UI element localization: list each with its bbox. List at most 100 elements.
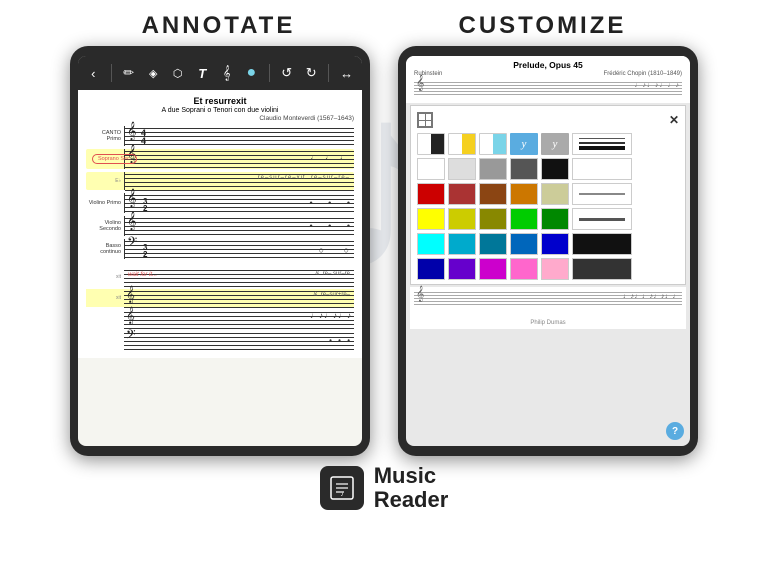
customize-score-title: Prelude, Opus 45 [414, 60, 682, 70]
swatch-line5[interactable] [572, 233, 632, 255]
staff-label-bot2: xit [86, 295, 124, 301]
svg-text:♪: ♪ [340, 492, 343, 498]
color-row-purples [417, 258, 679, 280]
swatch-tan[interactable] [541, 183, 569, 205]
swatch-white[interactable] [417, 158, 445, 180]
left-tablet: ‹ ✏ ◈ ⬡ T 𝄞 ● ↺ ↻ ↔ Et resurrexit [70, 46, 370, 456]
staff-row-1: CANTO Primo 𝄞 4 4 [86, 126, 354, 146]
help-button[interactable]: ? [666, 422, 684, 440]
staff-row-vs: Violino Secondo 𝄞 • • • [86, 216, 354, 236]
pencil-icon[interactable]: ✏ [119, 65, 138, 81]
swatch-navy[interactable] [417, 258, 445, 280]
swatch-line6[interactable] [572, 258, 632, 280]
swatch-y-gray[interactable]: y [541, 133, 569, 155]
swatch-line3[interactable] [572, 183, 632, 205]
circle-tool-icon[interactable]: ● [242, 64, 261, 82]
staff-label-vs: Violino Secondo [86, 220, 124, 232]
staff-row-bc: Basso continuo 𝄢 3 2 ○ ○ [86, 239, 354, 259]
undo-icon[interactable]: ↺ [277, 65, 296, 81]
back-button[interactable]: ‹ [84, 66, 103, 81]
color-row-special: y y [417, 133, 679, 155]
toolbar: ‹ ✏ ◈ ⬡ T 𝄞 ● ↺ ↻ ↔ [78, 56, 362, 90]
swatch-blue[interactable] [510, 233, 538, 255]
staff-row-bot4: 𝄢 • • • [86, 331, 354, 349]
staff-row-bot2: xit 𝄞 & re–sur+re– [86, 289, 354, 307]
customize-title: CUSTOMIZE [459, 12, 627, 40]
staff-row-bot3: 𝄞 ♩♪♩♪♩♪ [86, 310, 354, 328]
swatch-pink[interactable] [510, 258, 538, 280]
toolbar-sep-3 [328, 64, 329, 82]
swatch-brown[interactable] [479, 183, 507, 205]
staff-label-vp: Violino Primo [86, 200, 124, 206]
header-row: ANNOTATE CUSTOMIZE [0, 0, 768, 46]
toolbar-sep-2 [269, 64, 270, 82]
swatch-midgray[interactable] [479, 158, 507, 180]
right-screen: Prelude, Opus 45 Rubinstein Frédéric Cho… [406, 56, 690, 446]
swatch-orange[interactable] [510, 183, 538, 205]
app-logo-icon: ♪ [320, 466, 364, 510]
staff-label-1: CANTO Primo [86, 130, 124, 142]
performer-label: Philip Dumas [414, 320, 682, 326]
swatch-darkgray[interactable] [510, 158, 538, 180]
swatch-yellow-white[interactable] [448, 133, 476, 155]
color-row-yellows [417, 208, 679, 230]
annotate-title: ANNOTATE [142, 12, 296, 40]
swatch-cyan[interactable] [417, 233, 445, 255]
swatch-darkred[interactable] [448, 183, 476, 205]
swatch-line4[interactable] [572, 208, 632, 230]
annotation-bubble: Soprano Sec. [92, 154, 137, 164]
swatch-black-white[interactable] [417, 133, 445, 155]
left-screen: ‹ ✏ ◈ ⬡ T 𝄞 ● ↺ ↻ ↔ Et resurrexit [78, 56, 362, 446]
color-row-reds [417, 183, 679, 205]
swatch-magenta[interactable] [479, 258, 507, 280]
staff-label-2h: E♭ [86, 178, 124, 184]
swatch-darkyellow[interactable] [448, 208, 476, 230]
staff-row-bot1: xit wait for it... & re– sur–re [86, 268, 354, 286]
score-area: Et resurrexit A due Soprani o Tenori con… [78, 90, 362, 358]
swatch-darkcyan[interactable] [448, 233, 476, 255]
panel-header: ✕ [417, 112, 679, 128]
staff-row-2h: E♭ re–sur–re–xit re–sur–re– [86, 172, 354, 190]
score-composer: Claudio Monteverdi (1567–1643) [86, 115, 354, 122]
text-icon[interactable]: T [193, 66, 212, 81]
line-styles[interactable] [572, 133, 632, 155]
staff-label-bc: Basso continuo [86, 243, 124, 255]
tablets-row: ‹ ✏ ◈ ⬡ T 𝄞 ● ↺ ↻ ↔ Et resurrexit [50, 46, 718, 456]
app-name-line2: Reader [374, 488, 449, 512]
swatch-black[interactable] [541, 158, 569, 180]
redo-icon[interactable]: ↻ [302, 65, 321, 81]
app-name-line1: Music [374, 464, 449, 488]
customize-score-meta: Rubinstein Frédéric Chopin (1810–1849) [414, 71, 682, 77]
grid-icon[interactable] [417, 112, 433, 128]
swatch-line2[interactable] [572, 158, 632, 180]
score-title: Et resurrexit [86, 96, 354, 106]
swatch-red[interactable] [417, 183, 445, 205]
bottom-staves: 𝄞 ♩♪♩♩♪♩♪♩♩ [414, 290, 682, 318]
color-panel: ✕ y y [410, 105, 686, 285]
swatch-teal[interactable] [479, 233, 507, 255]
swatch-yellow[interactable] [417, 208, 445, 230]
score-subtitle: A due Soprani o Tenori con due violini [86, 107, 354, 114]
customize-score-bottom: 𝄞 ♩♪♩♩♪♩♪♩♩ Philip Dumas [410, 287, 686, 329]
arrow-icon[interactable]: ↔ [337, 66, 356, 81]
swatch-darkgreen[interactable] [541, 208, 569, 230]
main-container: ♪ ANNOTATE CUSTOMIZE ‹ ✏ ◈ ⬡ T 𝄞 ● ↺ [0, 0, 768, 576]
composer-label: Frédéric Chopin (1810–1849) [604, 71, 682, 77]
close-button[interactable]: ✕ [669, 113, 679, 127]
swatch-y-blue[interactable]: y [510, 133, 538, 155]
swatch-green[interactable] [510, 208, 538, 230]
swatch-lightpink[interactable] [541, 258, 569, 280]
music-tool-icon[interactable]: 𝄞 [218, 65, 237, 81]
swatch-olive[interactable] [479, 208, 507, 230]
swatch-darkblue[interactable] [541, 233, 569, 255]
color-row-cyans [417, 233, 679, 255]
swatch-purple[interactable] [448, 258, 476, 280]
swatch-cyan-white[interactable] [479, 133, 507, 155]
footer: ♪ Music Reader [320, 464, 449, 512]
swatch-lightgray[interactable] [448, 158, 476, 180]
color-row-grays [417, 158, 679, 180]
polygon-icon[interactable]: ⬡ [168, 67, 187, 80]
highlight-icon[interactable]: ◈ [144, 67, 163, 80]
staff-row-soprano: Soprano Sec. Soprano 𝄞 ♩ ♩ ♩ [86, 149, 354, 169]
wait-text: wait for it... [128, 272, 157, 278]
